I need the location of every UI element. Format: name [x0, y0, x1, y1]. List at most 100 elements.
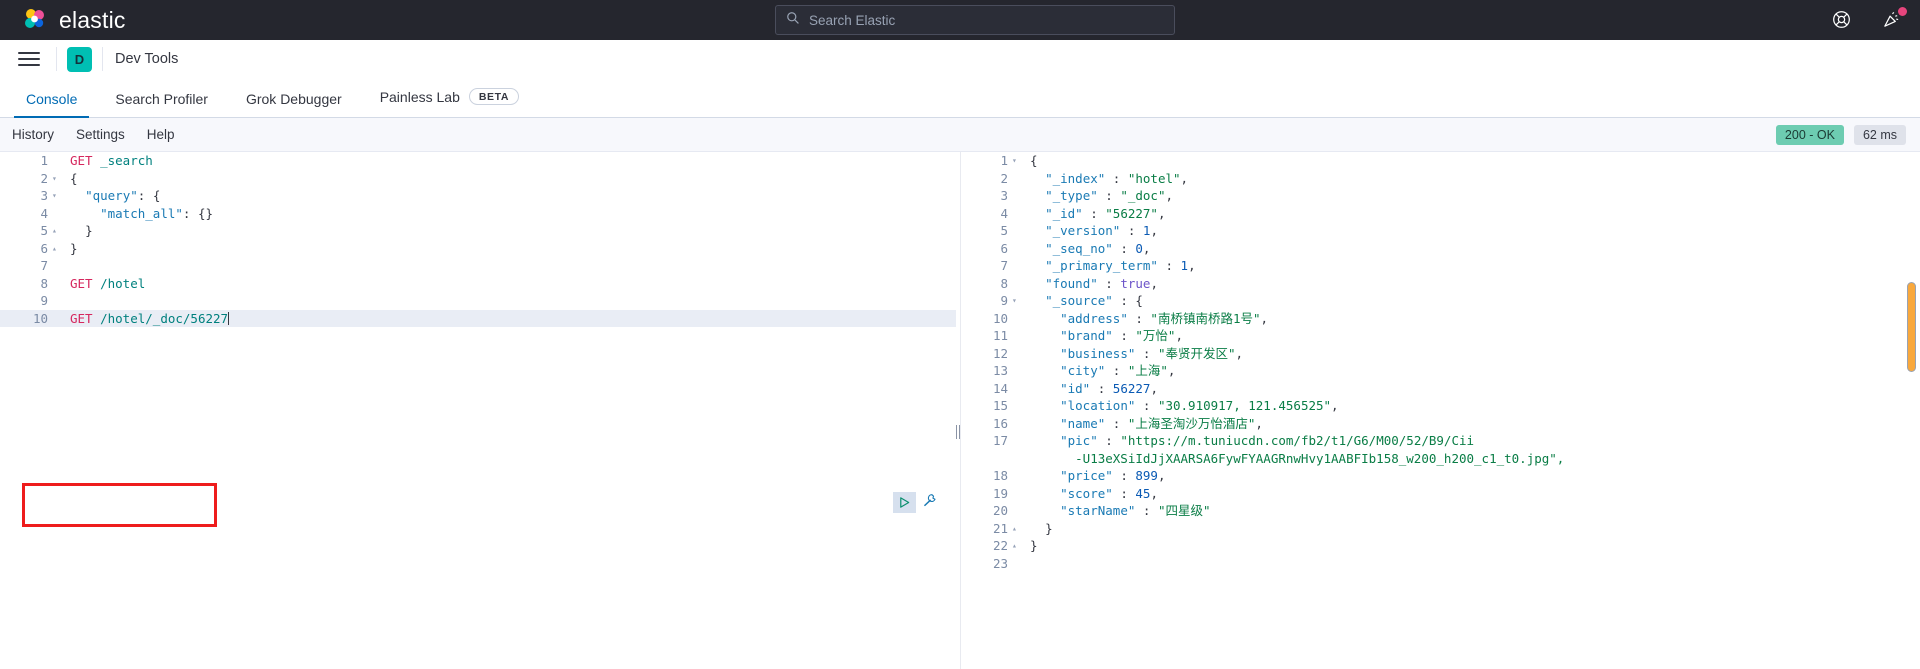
tab-search-profiler[interactable]: Search Profiler	[103, 92, 220, 117]
fold-toggle-icon[interactable]: ▴	[52, 240, 64, 258]
response-code: 1 ▾{2 "_index" : "hotel", 3 "_type" : "_do…	[960, 152, 1920, 572]
tab-console[interactable]: Console	[14, 91, 90, 118]
line-number: 13	[992, 363, 1008, 378]
line-number: 14	[992, 380, 1008, 396]
code-line[interactable]: 3 ▾ "query": {	[0, 187, 956, 205]
line-number: 9	[40, 293, 48, 308]
line-number: 16	[992, 415, 1008, 431]
request-editor-code[interactable]: 1 GET _search 2 ▾ {3 ▾ "query": {4 "match_all…	[0, 152, 956, 327]
settings-button[interactable]: Settings	[76, 127, 125, 142]
code-text: }	[85, 223, 93, 238]
hamburger-menu-icon[interactable]	[12, 44, 46, 74]
code-text: "_seq_no" : 0,	[1045, 240, 1151, 256]
tab-console-label: Console	[26, 91, 78, 107]
code-text: "_index" : "hotel",	[1045, 170, 1189, 186]
code-text: "id" : 56227,	[1060, 380, 1158, 396]
code-line[interactable]: 10 GET /hotel/_doc/56227	[0, 309, 956, 327]
code-text: "_type" : "_doc",	[1045, 188, 1174, 203]
code-line[interactable]: 1 GET _search	[0, 152, 956, 170]
code-text: "_primary_term" : 1,	[1045, 258, 1196, 273]
tab-bar: Console Search Profiler Grok Debugger Pa…	[0, 78, 1920, 118]
line-number: 3	[1000, 188, 1008, 203]
request-actions	[893, 492, 937, 513]
line-number: 10	[992, 310, 1008, 326]
line-number: 18	[992, 468, 1008, 483]
help-button[interactable]: Help	[147, 127, 175, 142]
code-text: }	[70, 240, 78, 256]
code-line: 8 "found" : true,	[960, 275, 1920, 293]
code-text: "name" : "上海圣淘沙万怡酒店",	[1060, 415, 1263, 431]
app-nav-row: D Dev Tools	[0, 40, 1920, 78]
line-number: 11	[992, 328, 1008, 343]
line-number: 7	[40, 258, 48, 273]
code-line: 1 ▾ {	[960, 152, 1920, 170]
response-viewer-pane[interactable]: 1 ▾{2 "_index" : "hotel", 3 "_type" : "_do…	[960, 152, 1920, 669]
code-line[interactable]: 6 ▴}	[0, 240, 956, 258]
line-number: 22	[992, 538, 1008, 553]
line-number: 20	[992, 503, 1008, 518]
status-badge: 200 - OK	[1775, 124, 1844, 145]
code-line: 3 "_type" : "_doc",	[960, 187, 1920, 205]
line-number: 2	[40, 170, 48, 186]
brand[interactable]: elastic	[0, 7, 126, 34]
elastic-logo-icon	[22, 7, 48, 33]
console-split-view: 1 GET _search 2 ▾{3 ▾ "query": {4 "match_all…	[0, 152, 1920, 669]
search-icon	[786, 11, 800, 30]
notification-badge	[1898, 7, 1907, 16]
fold-toggle-icon[interactable]: ▾	[52, 187, 64, 205]
code-line: 9 ▾ "_source" : {	[960, 292, 1920, 310]
code-line[interactable]: 5 ▴ }	[0, 222, 956, 240]
line-number: 1	[1000, 153, 1008, 168]
global-header: elastic Search Elastic	[0, 0, 1920, 40]
code-text: "query": {	[85, 188, 161, 203]
code-line[interactable]: 4 "match_all": {}	[0, 205, 956, 223]
wrench-settings-icon[interactable]	[922, 493, 937, 513]
line-number: 17	[992, 433, 1008, 448]
code-line[interactable]: 2 ▾ {	[0, 170, 956, 188]
console-toolbar: History Settings Help 200 - OK 62 ms	[0, 118, 1920, 152]
line-number: 21	[992, 520, 1008, 536]
line-number: 15	[992, 398, 1008, 413]
code-text: "starName" : "四星级"	[1060, 503, 1211, 518]
nav-divider-1	[56, 47, 57, 71]
line-number: 12	[992, 345, 1008, 361]
fold-toggle-icon[interactable]: ▾	[52, 170, 64, 188]
announcement-megaphone-icon[interactable]	[1882, 7, 1907, 30]
line-number: 19	[992, 485, 1008, 501]
fold-toggle-icon[interactable]: ▾	[1012, 152, 1024, 170]
tab-painless-lab[interactable]: Painless Lab BETA	[368, 87, 531, 118]
code-line[interactable]: 8 GET /hotel	[0, 275, 956, 293]
line-number: 5	[1000, 223, 1008, 238]
code-line[interactable]: 7	[0, 257, 956, 275]
code-text: {	[1030, 153, 1038, 168]
play-send-request-icon[interactable]	[893, 492, 916, 513]
code-line: 13 "city" : "上海",	[960, 362, 1920, 380]
history-button[interactable]: History	[12, 127, 54, 142]
code-line[interactable]: 9	[0, 292, 956, 310]
fold-toggle-icon[interactable]: ▴	[1012, 520, 1024, 538]
code-line: 18 "price" : 899,	[960, 467, 1920, 485]
app-badge[interactable]: D	[67, 46, 92, 72]
fold-toggle-icon[interactable]: ▴	[52, 222, 64, 240]
fold-toggle-icon[interactable]: ▴	[1012, 537, 1024, 555]
line-number: 4	[40, 205, 48, 221]
global-search-input[interactable]: Search Elastic	[775, 5, 1175, 35]
fold-toggle-icon[interactable]: ▾	[1012, 292, 1024, 310]
code-text: "city" : "上海",	[1060, 363, 1176, 378]
nav-divider-2	[102, 47, 103, 71]
line-number: 1	[40, 153, 48, 168]
code-text: "business" : "奉贤开发区",	[1060, 345, 1244, 361]
beta-badge: BETA	[468, 87, 520, 105]
code-text: GET _search	[70, 153, 153, 168]
request-editor-pane[interactable]: 1 GET _search 2 ▾ {3 ▾ "query": {4 "match_all…	[0, 152, 956, 669]
code-text: "pic" : "https://m.tuniucdn.com/fb2/t1/G…	[1060, 433, 1475, 448]
code-line: 14 "id" : 56227,	[960, 380, 1920, 398]
code-text: "price" : 899,	[1060, 468, 1166, 483]
tab-grok-debugger-label: Grok Debugger	[245, 91, 342, 107]
help-lifebuoy-icon[interactable]	[1832, 10, 1852, 30]
response-vertical-scrollbar[interactable]	[1907, 282, 1916, 372]
line-number: 6	[40, 240, 48, 256]
tab-grok-debugger[interactable]: Grok Debugger	[234, 92, 354, 117]
code-line: 17 "pic" : "https://m.tuniucdn.com/fb2/t…	[960, 432, 1920, 450]
code-text: "_id" : "56227",	[1045, 205, 1166, 221]
